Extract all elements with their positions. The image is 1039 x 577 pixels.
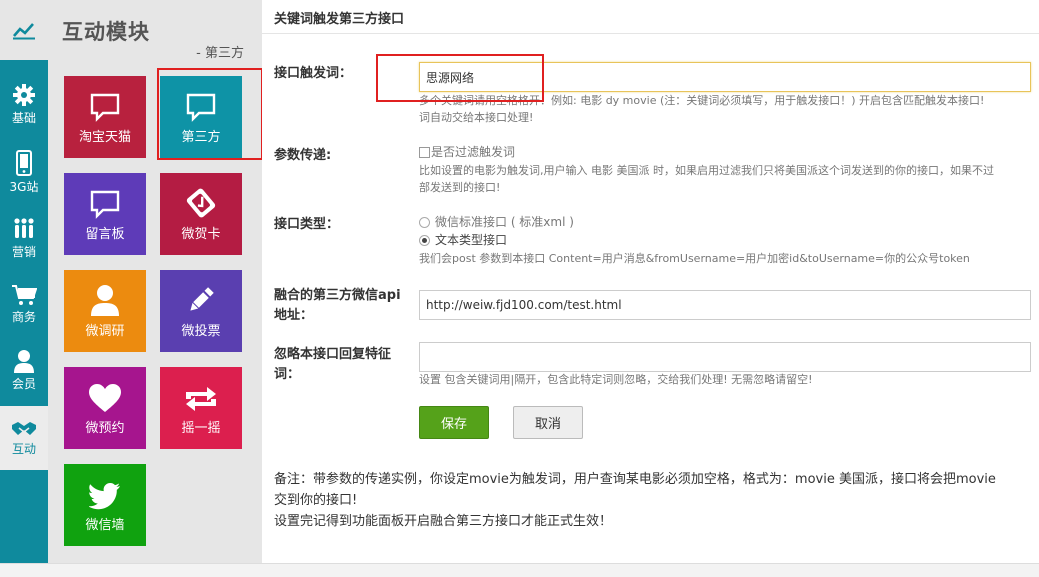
tile-label: 微贺卡 [181,227,221,242]
user-icon [91,285,119,316]
tile-vote[interactable]: 微投票 [160,270,242,352]
tile-label: 微投票 [181,324,221,339]
ignore-label-line2: 词： [274,367,301,382]
tile-label: 摇一摇 [181,421,221,436]
api-url-input[interactable] [419,290,1031,320]
bottom-bar [0,563,1039,577]
tile-reservation[interactable]: 微预约 [64,367,146,449]
speech-bubble-icon [90,93,120,122]
filter-checkbox-label: 是否过滤触发词 [431,145,516,159]
rail-item-member[interactable]: 会员 [0,338,48,402]
page-title: 关键词触发第三方接口 [274,12,405,27]
note-line2: 交到你的接口! [274,493,358,508]
dashboard-button[interactable] [0,0,48,60]
icon-rail: 基础 3G站 营销 商务 会员 互动 [0,0,48,563]
rail-item-3g[interactable]: 3G站 [0,140,48,204]
ignore-label-line1: 忽略本接口回复特征 [274,347,392,362]
highlight-box-keyword [376,54,544,102]
type-option-standard[interactable]: 微信标准接口 ( 标准xml ) [419,215,574,230]
text-radio[interactable] [419,235,430,246]
panel-title: 互动模块 [62,20,150,44]
tile-taobao[interactable]: 淘宝天猫 [64,76,146,158]
card-stack-icon [186,188,216,218]
api-label-line2: 地址： [274,308,314,323]
param-help-line2: 部发送到的接口! [419,181,501,194]
rail-item-marketing[interactable]: 营销 [0,206,48,270]
text-radio-label: 文本类型接口 [435,233,508,247]
cancel-button[interactable]: 取消 [513,406,583,439]
type-label: 接口类型： [274,217,340,232]
retweet-icon [186,387,216,411]
heart-icon [89,384,121,412]
tile-message-board[interactable]: 留言板 [64,173,146,255]
tile-label: 微预约 [85,421,125,436]
ignore-help: 设置 包含关键词用|隔开，包含此特定词则忽略，交给我们处理! 无需忽略请留空! [419,373,813,386]
panel-subtitle: - 第三方 [196,46,244,61]
type-option-text[interactable]: 文本类型接口 [419,233,507,248]
keyword-help-line2: 词自动交给本接口处理! [419,111,534,124]
highlight-box-tile [157,68,263,160]
people-icon [14,218,34,238]
tile-survey[interactable]: 微调研 [64,270,146,352]
rail-item-label: 商务 [11,310,36,324]
speech-bubble-icon [90,190,120,219]
tile-label: 微调研 [85,324,125,339]
rail-item-interaction[interactable]: 互动 [0,406,48,470]
twitter-bird-icon [89,483,120,510]
note-line3: 设置完记得到功能面板开启融合第三方接口才能正式生效！ [274,514,613,529]
app-window: 基础 3G站 营销 商务 会员 互动 互动模块 - 第三方 淘宝天猫 第三方 留… [0,0,1039,577]
keyword-label: 接口触发词： [274,66,353,81]
save-button[interactable]: 保存 [419,406,489,439]
cart-icon [12,285,37,305]
note-line1: 备注：带参数的传递实例，你设定movie为触发词，用户查询某电影必须加空格，格式… [274,472,996,487]
rail-item-label: 基础 [11,111,36,125]
param-label: 参数传递: [274,148,332,163]
rail-item-label: 会员 [11,377,36,391]
rail-item-label: 营销 [11,245,36,259]
tile-label: 淘宝天猫 [78,130,131,145]
title-divider [262,33,1039,34]
rail-item-basic[interactable]: 基础 [0,72,48,136]
tile-greeting-card[interactable]: 微贺卡 [160,173,242,255]
rail-item-label: 3G站 [9,180,39,194]
chart-trend-icon [13,23,35,40]
type-help: 我们会post 参数到本接口 Content=用户消息&fromUsername… [419,252,970,265]
rail-item-label: 互动 [11,442,36,456]
rail-item-business[interactable]: 商务 [0,272,48,336]
user-icon [14,350,34,373]
phone-icon [16,150,32,176]
handshake-icon [12,422,36,435]
tile-wechat-wall[interactable]: 微信墙 [64,464,146,546]
tile-label: 留言板 [85,227,125,242]
tile-label: 微信墙 [85,518,125,533]
standard-radio-label: 微信标准接口 ( 标准xml ) [435,215,574,229]
filter-checkbox[interactable] [419,147,430,158]
param-help-line1: 比如设置的电影为触发词,用户输入 电影 美国派 时，如果启用过滤我们只将美国派这… [419,164,994,177]
gear-icon [13,84,35,106]
api-label-line1: 融合的第三方微信api [274,288,401,303]
pencil-icon [190,287,214,311]
tile-shake[interactable]: 摇一摇 [160,367,242,449]
standard-radio[interactable] [419,217,430,228]
filter-checkbox-row[interactable]: 是否过滤触发词 [419,145,515,160]
ignore-words-input[interactable] [419,342,1031,372]
